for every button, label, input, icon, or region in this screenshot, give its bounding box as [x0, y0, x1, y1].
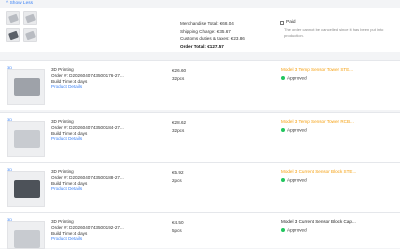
- cancel-note: The order cannot be cancelled since it h…: [284, 27, 384, 38]
- order-thumbnail-1[interactable]: [6, 11, 20, 25]
- item-pricing: €28.62 32pcs: [172, 119, 186, 134]
- part-icon: [25, 30, 36, 41]
- product-details-link[interactable]: Product Details: [51, 136, 124, 142]
- item-order-number: Order #: D202604074350019​2-27...: [51, 224, 124, 230]
- item-quantity: 5pcs: [172, 227, 182, 233]
- order-item-row: 3D 3D Printing Order #: D202604074350018…: [0, 162, 400, 212]
- model-name-link[interactable]: Model 3 Temp Sensor Tower RCB...: [281, 119, 396, 124]
- sensor-tower-part-icon: [14, 78, 40, 96]
- status-badge: Approved: [281, 227, 307, 232]
- item-price: €5.92: [172, 170, 184, 175]
- item-price: €28.62: [172, 120, 187, 125]
- item-price: €4.50: [172, 220, 184, 225]
- item-pricing: €26.60 32pcs: [172, 67, 186, 82]
- status-badge: Approved: [281, 177, 307, 182]
- item-info: 3D Printing Order #: D202604074350018​8-…: [51, 169, 124, 192]
- item-order-number: Order #: D202604074350018​4-27...: [51, 124, 124, 130]
- shipping-charge: Shipping Charge: €35.67: [180, 28, 231, 34]
- product-details-link[interactable]: Product Details: [51, 186, 124, 192]
- item-order-number: Order #: D202604074350017​6-27...: [51, 72, 124, 78]
- order-summary: Merchandise Total: €68.04 Shipping Charg…: [0, 8, 400, 52]
- sensor-cap-part-icon: [14, 230, 40, 248]
- sensor-tower-part-icon: [14, 130, 40, 148]
- item-pricing: €4.50 5pcs: [172, 219, 184, 234]
- order-item-row: 3D 3D Printing Order #: D202604074350017…: [0, 60, 400, 110]
- merchandise-total: Merchandise Total: €68.04: [180, 21, 234, 26]
- status-text: Approved: [287, 227, 307, 233]
- status-badge: Approved: [281, 127, 307, 132]
- item-info: 3D Printing Order #: D202604074350017​6-…: [51, 67, 124, 90]
- order-total: Order Total: €127.57: [180, 43, 224, 49]
- item-quantity: 2pcs: [172, 177, 182, 183]
- payment-status: Paid The order cannot be cancelled since…: [280, 20, 383, 38]
- customs-duties: Customs duties & taxes: €23.86: [180, 36, 245, 42]
- paid-label: Paid: [286, 20, 296, 26]
- item-quantity: 32pcs: [172, 75, 185, 81]
- item-price: €26.60: [172, 68, 187, 73]
- model-name-link[interactable]: Model 3 Current Sensor Block Cap...: [281, 219, 396, 224]
- order-thumbnail-3[interactable]: [6, 28, 20, 42]
- part-icon: [8, 13, 19, 24]
- order-thumbnail-2[interactable]: [23, 11, 37, 25]
- product-details-link[interactable]: Product Details: [51, 84, 124, 90]
- product-image[interactable]: [7, 171, 45, 207]
- approved-status-icon: [281, 127, 285, 132]
- item-info: 3D Printing Order #: D202604074350019​2-…: [51, 219, 124, 242]
- status-text: Approved: [287, 127, 307, 133]
- order-thumbnail-4[interactable]: [23, 28, 37, 42]
- product-image[interactable]: [7, 69, 45, 105]
- show-less-link[interactable]: ^ Show Less: [6, 1, 33, 6]
- status-text: Approved: [287, 177, 307, 183]
- model-name-link[interactable]: Model 3 Current Sensor Block STE...: [281, 169, 396, 174]
- order-item-row: 3D 3D Printing Order #: D202604074350018…: [0, 112, 400, 162]
- item-pricing: €5.92 2pcs: [172, 169, 184, 184]
- status-text: Approved: [287, 75, 307, 81]
- product-details-link[interactable]: Product Details: [51, 236, 124, 242]
- item-info: 3D Printing Order #: D202604074350018​4-…: [51, 119, 124, 142]
- sensor-block-part-icon: [14, 180, 40, 198]
- approved-status-icon: [281, 75, 285, 80]
- approved-status-icon: [281, 227, 285, 232]
- item-order-number: Order #: D202604074350018​8-27...: [51, 174, 124, 180]
- part-icon: [8, 30, 19, 41]
- item-quantity: 32pcs: [172, 127, 185, 133]
- product-image[interactable]: [7, 121, 45, 157]
- order-item-row: 3D 3D Printing Order #: D202604074350019…: [0, 212, 400, 249]
- part-icon: [25, 13, 36, 24]
- paid-checkbox-icon: [280, 20, 284, 25]
- approved-status-icon: [281, 177, 285, 182]
- model-name-link[interactable]: Model 3 Temp Sensor Tower STE...: [281, 67, 396, 72]
- product-image[interactable]: [7, 221, 45, 249]
- order-totals: Merchandise Total: €68.04 Shipping Charg…: [180, 20, 245, 50]
- status-badge: Approved: [281, 75, 307, 80]
